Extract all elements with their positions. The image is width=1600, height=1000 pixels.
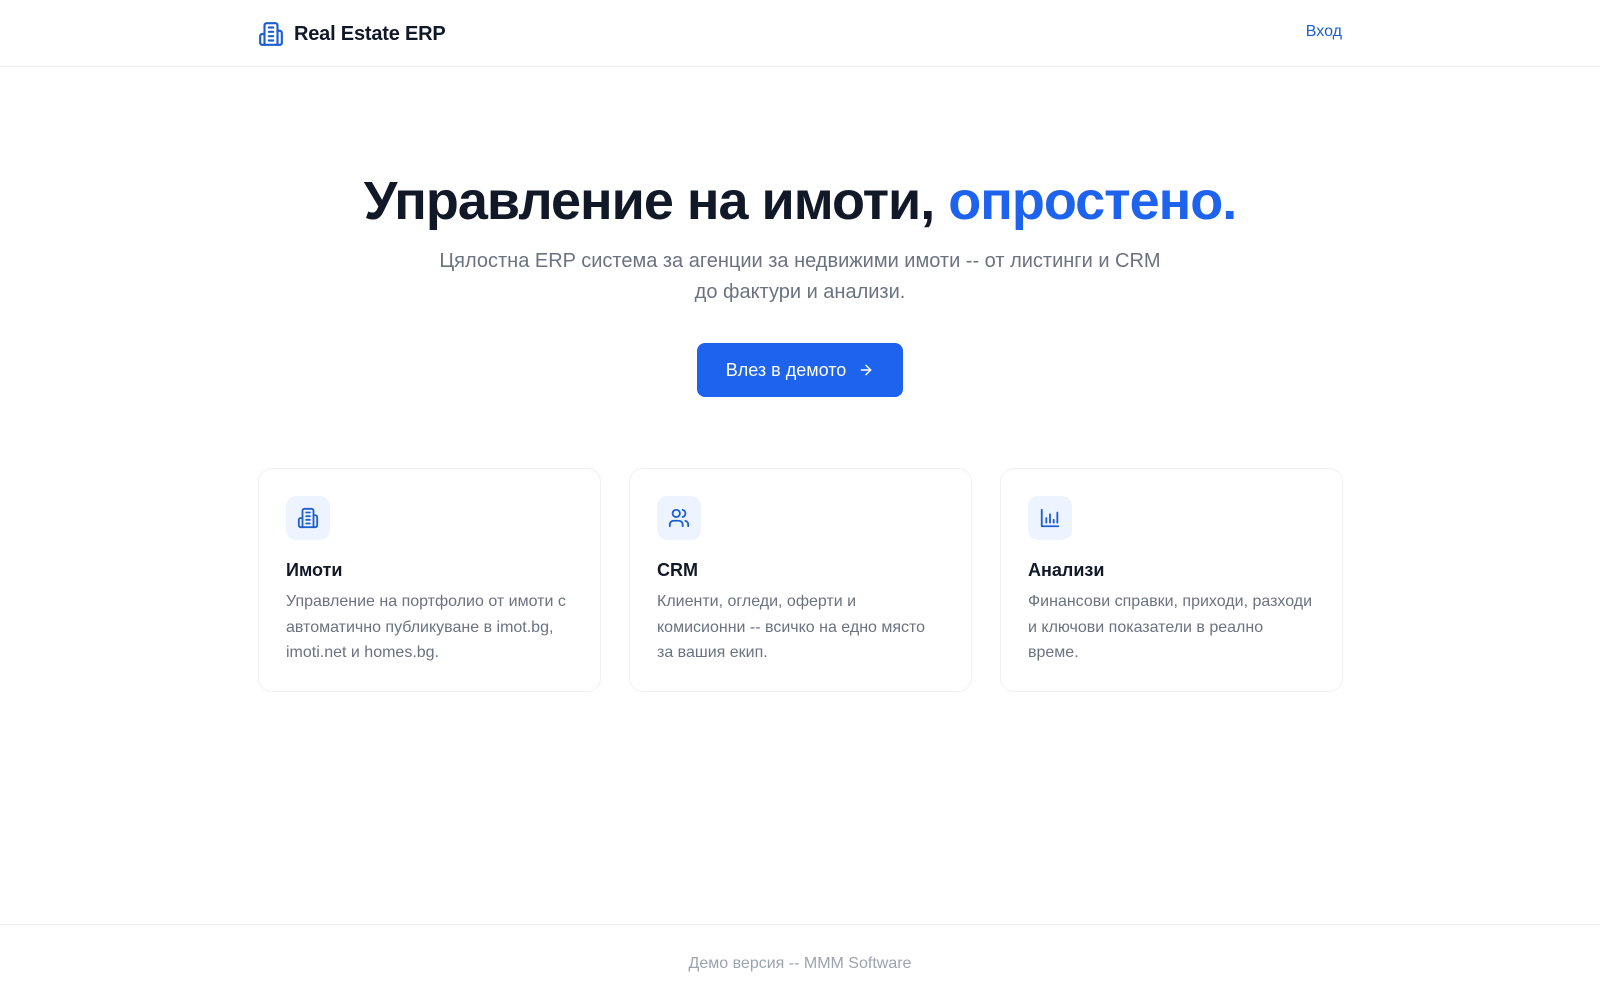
feature-icon-box — [286, 496, 330, 540]
brand[interactable]: Real Estate ERP — [258, 20, 446, 48]
feature-card-properties: Имоти Управление на портфолио от имоти с… — [258, 468, 601, 692]
brand-name: Real Estate ERP — [294, 22, 446, 45]
hero-title-accent: опростено. — [948, 171, 1237, 231]
bar-chart-icon — [1040, 508, 1060, 528]
feature-title: CRM — [657, 560, 698, 580]
users-icon — [668, 508, 690, 528]
hero-title: Управление на имоти, опростено. — [0, 168, 1600, 234]
arrow-right-icon — [860, 364, 872, 376]
feature-title: Анализи — [1028, 560, 1105, 580]
building-icon — [297, 507, 319, 529]
login-link[interactable]: Вход — [1306, 23, 1342, 41]
top-header: Real Estate ERP Вход — [0, 0, 1600, 67]
footer-text: Демо версия -- MMM Software — [688, 955, 912, 972]
feature-cards: Имоти Управление на портфолио от имоти с… — [258, 468, 1343, 692]
hero-title-main: Управление на имоти, — [363, 171, 949, 231]
demo-login-button[interactable]: Влез в демото — [697, 343, 903, 397]
feature-description: Управление на портфолио от имоти с автом… — [286, 593, 566, 661]
page-footer: Демо версия -- MMM Software — [0, 924, 1600, 1000]
feature-icon-box — [657, 496, 701, 540]
building-icon — [259, 22, 283, 46]
feature-description: Финансови справки, приходи, разходи и кл… — [1028, 593, 1313, 661]
feature-description: Клиенти, огледи, оферти и комисионни -- … — [657, 593, 926, 661]
feature-card-analytics: Анализи Финансови справки, приходи, разх… — [1000, 468, 1343, 692]
feature-title: Имоти — [286, 560, 343, 580]
demo-login-label: Влез в демото — [725, 359, 847, 380]
feature-icon-box — [1028, 496, 1072, 540]
hero-subtitle: Цялостна ERP система за агенции за недви… — [439, 250, 1161, 303]
feature-card-crm: CRM Клиенти, огледи, оферти и комисионни… — [629, 468, 972, 692]
